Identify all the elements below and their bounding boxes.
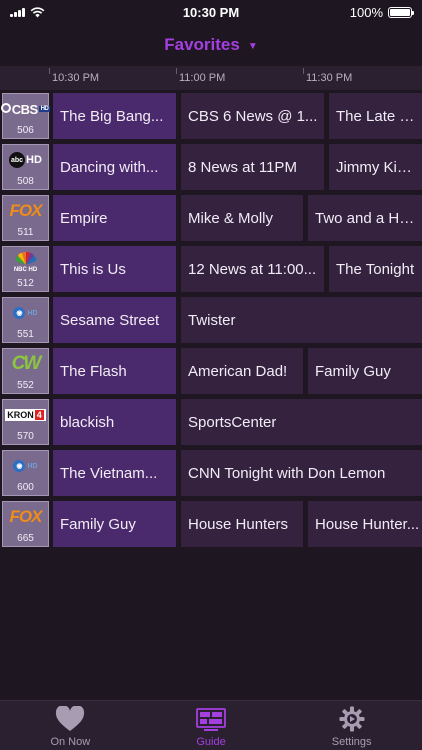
header[interactable]: Favorites ▼ [0, 24, 422, 66]
channel-row: NBC HD 512 This is Us 12 News at 11:00..… [0, 245, 422, 296]
channel-row: FOX 665 Family Guy House Hunters House H… [0, 500, 422, 551]
pbs-hd-logo: ◉ HD [13, 454, 38, 478]
channel-tile[interactable]: ◉ HD 600 [2, 450, 49, 496]
program-cell[interactable]: The Vietnam... [53, 450, 176, 496]
channel-tile[interactable]: KRON 4 570 [2, 399, 49, 445]
program-cell[interactable]: Sesame Street [53, 297, 176, 343]
abc-hd-logo: abc HD [9, 152, 42, 168]
page-title[interactable]: Favorites [164, 35, 240, 55]
channel-tile[interactable]: abc HD 508 [2, 144, 49, 190]
channel-tile[interactable]: CW 552 [2, 348, 49, 394]
program-cell[interactable]: SportsCenter [181, 399, 422, 445]
program-cell[interactable]: The Big Bang... [53, 93, 176, 139]
program-cell[interactable]: Family Guy [308, 348, 422, 394]
cell-signal-icon [10, 7, 25, 17]
program-cell[interactable]: blackish [53, 399, 176, 445]
tab-label: On Now [50, 736, 91, 748]
cw-logo: CW [11, 353, 42, 374]
time-slot-label: 11:30 PM [302, 68, 353, 84]
program-cell[interactable]: 12 News at 11:00... [181, 246, 324, 292]
channel-number: 600 [17, 482, 34, 493]
heart-icon [56, 706, 85, 731]
program-cell[interactable]: The Late Show [329, 93, 422, 139]
channel-tile[interactable]: NBC HD 512 [2, 246, 49, 292]
status-bar-left [10, 6, 130, 18]
program-cell[interactable]: The Tonight [329, 246, 422, 292]
gear-icon [339, 706, 365, 732]
channel-tile[interactable]: FOX 511 [2, 195, 49, 241]
time-slot-label: 11:00 PM [175, 68, 226, 84]
program-cell[interactable]: Jimmy Kimmel [329, 144, 422, 190]
caret-down-icon[interactable]: ▼ [248, 41, 258, 52]
time-slot-label: 10:30 PM [48, 68, 100, 84]
program-cell[interactable]: American Dad! [181, 348, 303, 394]
channel-tile[interactable]: FOX 665 [2, 501, 49, 547]
tab-guide[interactable]: Guide [141, 701, 282, 750]
program-cell[interactable]: CNN Tonight with Don Lemon [181, 450, 422, 496]
program-cell[interactable]: The Flash [53, 348, 176, 394]
channel-tile[interactable]: ◉ HD 551 [2, 297, 49, 343]
channel-row: abc HD 508 Dancing with... 8 News at 11PM… [0, 143, 422, 194]
status-bar-right: 100% [292, 4, 414, 20]
fox-logo: FOX [9, 201, 43, 220]
program-cell[interactable]: Family Guy [53, 501, 176, 547]
program-cell[interactable]: CBS 6 News @ 1... [181, 93, 324, 139]
program-cell[interactable]: House Hunters [181, 501, 303, 547]
channel-number: 511 [17, 227, 34, 238]
battery-icon [388, 6, 414, 18]
timeline-bar: 10:30 PM 11:00 PM 11:30 PM [0, 66, 422, 90]
program-cell[interactable]: Twister [181, 297, 422, 343]
tab-label: Settings [331, 736, 372, 748]
channel-number: 512 [17, 278, 34, 289]
channel-row: CW 552 The Flash American Dad! Family Gu… [0, 347, 422, 398]
program-cell[interactable]: Two and a Hal... [308, 195, 422, 241]
program-cell[interactable]: This is Us [53, 246, 176, 292]
channel-row: ◉ HD 600 The Vietnam... CNN Tonight with … [0, 449, 422, 500]
channel-row: KRON 4 570 blackish SportsCenter [0, 398, 422, 449]
channel-number: 570 [17, 431, 34, 442]
channel-row: FOX 511 Empire Mike & Molly Two and a Ha… [0, 194, 422, 245]
channel-number: 665 [17, 533, 34, 544]
channel-tile[interactable]: CBS HD 506 [0, 93, 51, 139]
channel-number: 508 [17, 176, 34, 187]
tab-bar: On Now Guide Settings [0, 700, 422, 750]
tab-label: Guide [196, 736, 226, 748]
status-time: 10:30 PM [182, 4, 240, 20]
battery-fill [390, 8, 410, 16]
wifi-icon [30, 6, 45, 17]
nbc-hd-logo: NBC HD [14, 250, 37, 274]
program-cell[interactable]: House Hunter... [308, 501, 422, 547]
pbs-hd-logo: ◉ HD [13, 301, 38, 325]
program-cell[interactable]: 8 News at 11PM [181, 144, 324, 190]
channel-number: 506 [17, 125, 34, 136]
channel-row: ◉ HD 551 Sesame Street Twister [0, 296, 422, 347]
tab-on-now[interactable]: On Now [0, 701, 141, 750]
channel-number: 551 [17, 329, 34, 340]
grid-icon [196, 708, 226, 731]
program-cell[interactable]: Mike & Molly [181, 195, 303, 241]
channel-number: 552 [17, 380, 34, 391]
program-cell[interactable]: Empire [53, 195, 176, 241]
battery-percent: 100% [349, 4, 383, 20]
kron4-logo: KRON 4 [5, 403, 46, 427]
channel-row: CBS HD 506 The Big Bang... CBS 6 News @ 1… [0, 92, 422, 143]
tab-settings[interactable]: Settings [281, 701, 422, 750]
cbs-hd-logo: CBS HD [0, 97, 51, 121]
fox-logo: FOX [9, 507, 43, 526]
status-bar: 10:30 PM 100% [0, 0, 422, 24]
guide-grid: CBS HD 506 The Big Bang... CBS 6 News @ 1… [0, 92, 422, 551]
program-cell[interactable]: Dancing with... [53, 144, 176, 190]
